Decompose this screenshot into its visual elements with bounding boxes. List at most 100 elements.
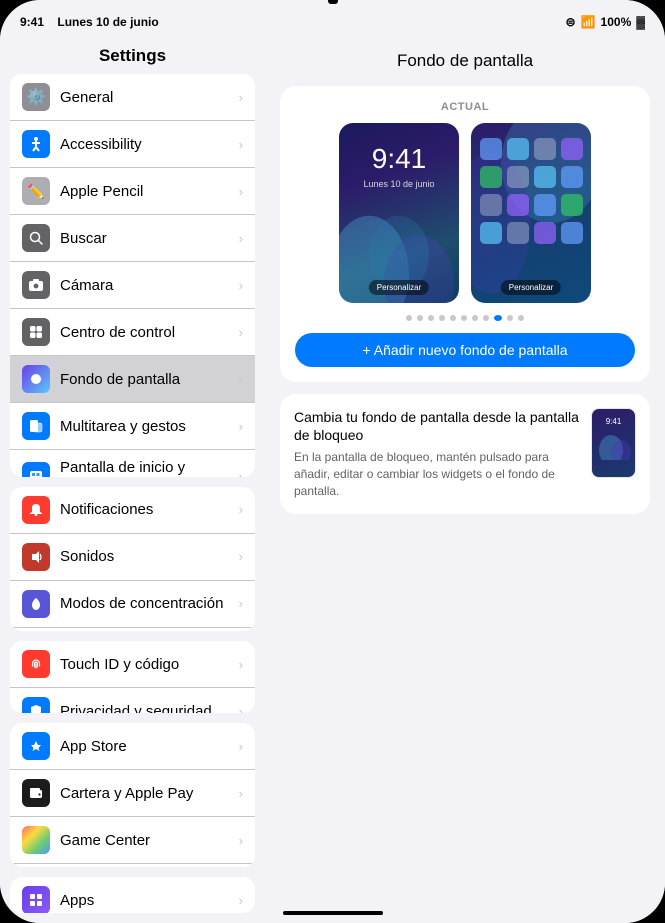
home-app-4 — [561, 138, 583, 160]
modos-concentracion-label: Modos de concentración — [60, 595, 239, 612]
page-dots — [295, 315, 635, 321]
sidebar-item-fondo-pantalla[interactable]: Fondo de pantalla › — [10, 356, 255, 403]
sidebar-item-app-store[interactable]: App Store › — [10, 723, 255, 770]
sidebar-item-modos-concentracion[interactable]: Modos de concentración › — [10, 581, 255, 628]
fondo-pantalla-chevron: › — [239, 372, 243, 387]
home-app-9 — [480, 194, 502, 216]
dot-6 — [461, 315, 467, 321]
touch-id-icon — [22, 650, 50, 678]
date: Lunes 10 de junio — [57, 15, 158, 29]
home-app-2 — [507, 138, 529, 160]
buscar-icon — [22, 224, 50, 252]
add-wallpaper-button[interactable]: + Añadir nuevo fondo de pantalla — [295, 333, 635, 367]
touch-id-chevron: › — [239, 657, 243, 672]
apps-label: Apps — [60, 892, 239, 909]
wallpaper-previews: 9:41 Lunes 10 de junio Personalizar — [295, 123, 635, 303]
game-center-chevron: › — [239, 833, 243, 848]
sidebar-item-apps[interactable]: Apps › — [10, 877, 255, 913]
home-app-16 — [561, 222, 583, 244]
dot-3 — [428, 315, 434, 321]
mini-phone-time: 9:41 — [606, 417, 622, 426]
info-text: Cambia tu fondo de pantalla desde la pan… — [294, 408, 579, 500]
sidebar-item-pantalla-inicio[interactable]: Pantalla de inicio y biblioteca de apps … — [10, 450, 255, 477]
sidebar-item-sonidos[interactable]: Sonidos › — [10, 534, 255, 581]
sidebar-item-general[interactable]: ⚙️ General › — [10, 74, 255, 121]
multitarea-chevron: › — [239, 419, 243, 434]
home-app-1 — [480, 138, 502, 160]
settings-group-1: ⚙️ General › Accessibility › ✏️ Apple Pe… — [10, 74, 255, 477]
settings-group-2: Notificaciones › Sonidos › Modos de conc… — [10, 487, 255, 631]
info-title: Cambia tu fondo de pantalla desde la pan… — [294, 408, 579, 444]
cartera-label: Cartera y Apple Pay — [60, 785, 239, 802]
sidebar-item-cartera[interactable]: Cartera y Apple Pay › — [10, 770, 255, 817]
game-center-icon — [22, 826, 50, 854]
settings-group-5: Apps › — [10, 877, 255, 913]
lock-personalize-btn[interactable]: Personalizar — [369, 280, 429, 295]
home-app-3 — [534, 138, 556, 160]
settings-group-3: Touch ID y código › Privacidad y segurid… — [10, 641, 255, 713]
sidebar-item-accessibility[interactable]: Accessibility › — [10, 121, 255, 168]
sidebar-item-centro-control[interactable]: Centro de control › — [10, 309, 255, 356]
dot-10 — [507, 315, 513, 321]
wifi-icon: ️⊜ — [566, 15, 576, 29]
general-chevron: › — [239, 90, 243, 105]
camara-label: Cámara — [60, 277, 239, 294]
dot-9 — [494, 315, 502, 321]
sonidos-icon — [22, 543, 50, 571]
home-app-10 — [507, 194, 529, 216]
info-card: Cambia tu fondo de pantalla desde la pan… — [280, 394, 650, 514]
app-store-icon — [22, 732, 50, 760]
privacidad-label: Privacidad y seguridad — [60, 703, 239, 713]
dot-4 — [439, 315, 445, 321]
touch-id-label: Touch ID y código — [60, 656, 239, 673]
home-app-8 — [561, 166, 583, 188]
sidebar-item-icloud[interactable]: iCloud › — [10, 864, 255, 867]
battery-percentage: 100% — [601, 15, 632, 29]
modos-concentracion-chevron: › — [239, 596, 243, 611]
status-right: ️⊜ 📶 100% ▓ — [566, 15, 645, 29]
notch — [328, 0, 338, 4]
apps-icon — [22, 886, 50, 913]
sidebar-item-multitarea[interactable]: Multitarea y gestos › — [10, 403, 255, 450]
cartera-chevron: › — [239, 786, 243, 801]
general-icon: ⚙️ — [22, 83, 50, 111]
sidebar-item-tiempo-uso[interactable]: Tiempo de uso › — [10, 628, 255, 631]
ipad-device: 9:41 Lunes 10 de junio ️⊜ 📶 100% ▓ Setti… — [0, 0, 665, 923]
sidebar-item-apple-pencil[interactable]: ✏️ Apple Pencil › — [10, 168, 255, 215]
sidebar: Settings ⚙️ General › Accessibility › ✏️ — [0, 36, 265, 923]
right-panel: Fondo de pantalla ACTUAL 9:41 Lunes 10 d… — [265, 36, 665, 923]
wallpaper-card: ACTUAL 9:41 Lunes 10 de junio Personaliz… — [280, 86, 650, 382]
sidebar-item-notificaciones[interactable]: Notificaciones › — [10, 487, 255, 534]
privacidad-icon — [22, 697, 50, 713]
sidebar-item-game-center[interactable]: Game Center › — [10, 817, 255, 864]
home-indicator — [283, 911, 383, 915]
privacidad-chevron: › — [239, 704, 243, 713]
home-app-12 — [561, 194, 583, 216]
home-personalize-btn[interactable]: Personalizar — [501, 280, 561, 295]
camara-icon — [22, 271, 50, 299]
app-store-chevron: › — [239, 739, 243, 754]
lock-screen-preview[interactable]: 9:41 Lunes 10 de junio Personalizar — [339, 123, 459, 303]
sidebar-item-camara[interactable]: Cámara › — [10, 262, 255, 309]
home-app-14 — [507, 222, 529, 244]
dot-7 — [472, 315, 478, 321]
modos-concentracion-icon — [22, 590, 50, 618]
sidebar-item-privacidad[interactable]: Privacidad y seguridad › — [10, 688, 255, 713]
apple-pencil-chevron: › — [239, 184, 243, 199]
time: 9:41 — [20, 15, 44, 29]
status-time-date: 9:41 Lunes 10 de junio — [20, 15, 159, 29]
app-store-label: App Store — [60, 738, 239, 755]
accessibility-label: Accessibility — [60, 136, 239, 153]
home-app-7 — [534, 166, 556, 188]
home-app-6 — [507, 166, 529, 188]
dot-8 — [483, 315, 489, 321]
buscar-label: Buscar — [60, 230, 239, 247]
notificaciones-label: Notificaciones — [60, 501, 239, 518]
notificaciones-chevron: › — [239, 502, 243, 517]
home-app-11 — [534, 194, 556, 216]
home-screen-preview[interactable]: Personalizar — [471, 123, 591, 303]
panel-title: Fondo de pantalla — [280, 51, 650, 71]
sidebar-item-touch-id[interactable]: Touch ID y código › — [10, 641, 255, 688]
accessibility-chevron: › — [239, 137, 243, 152]
sidebar-item-buscar[interactable]: Buscar › — [10, 215, 255, 262]
